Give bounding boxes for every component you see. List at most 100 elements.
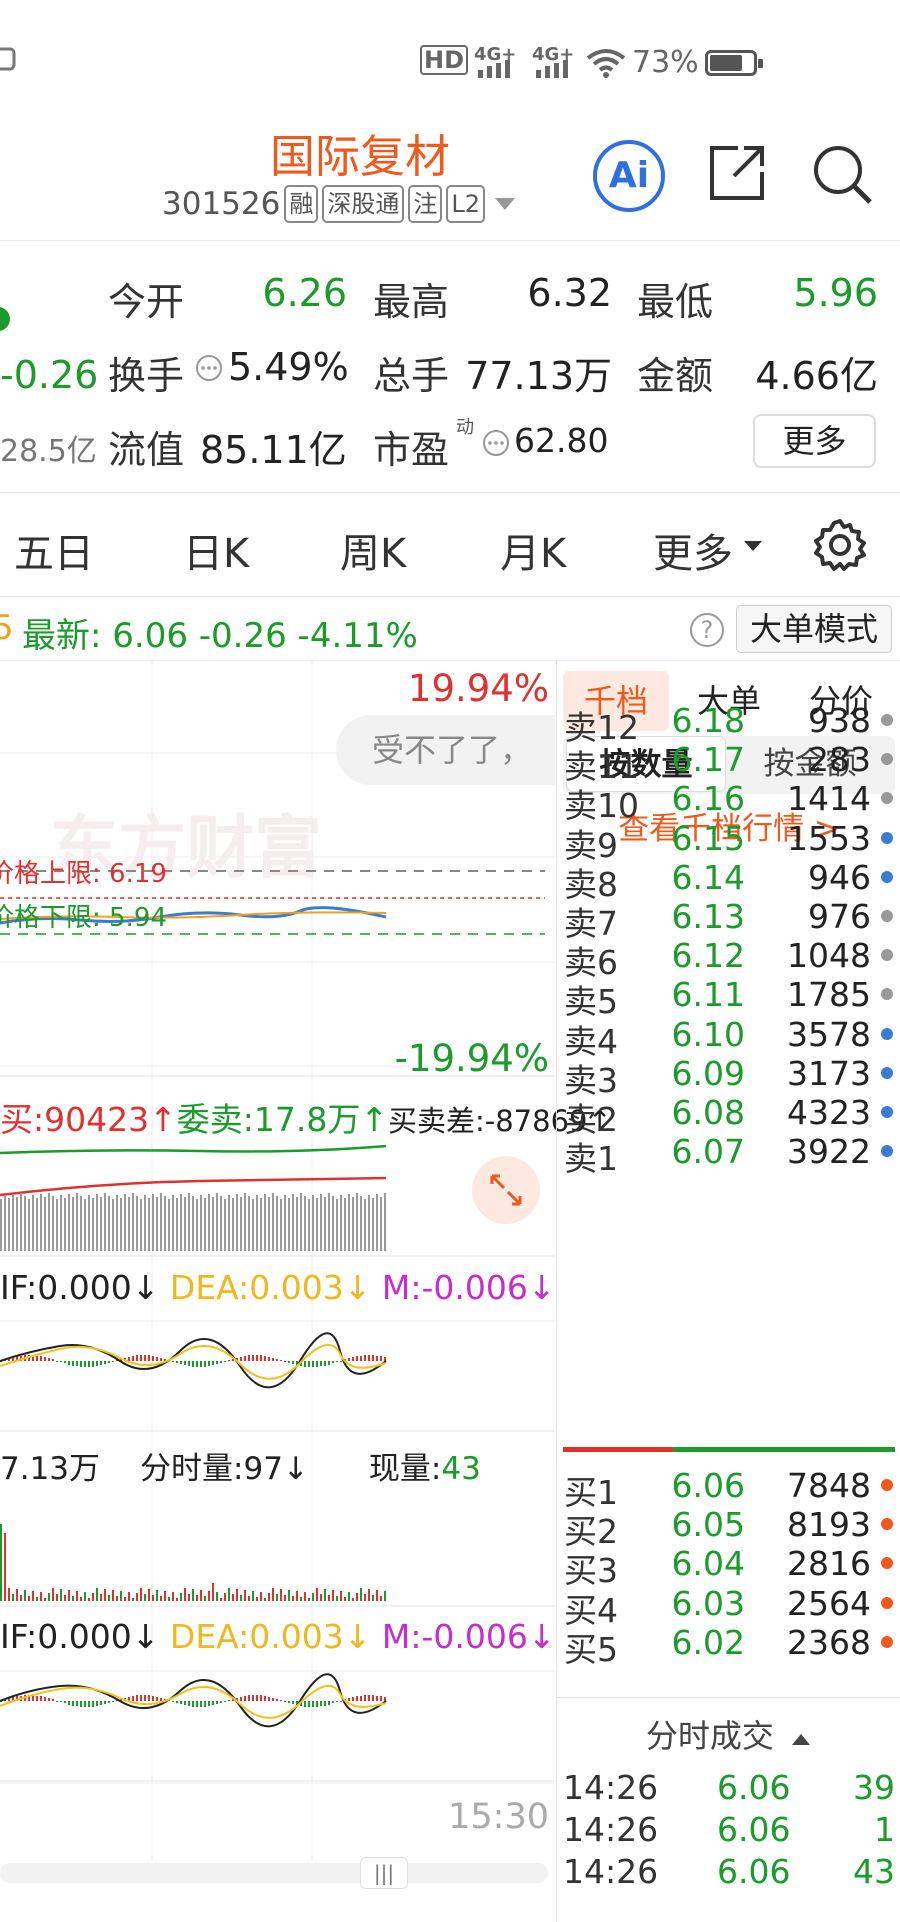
trade-time: 14:26 [563,1852,659,1891]
macd-dea-2: DEA:0.003↓ [169,1617,372,1656]
volume-bar [256,1597,258,1601]
macd-bar [380,1696,382,1701]
big-order-mode-button[interactable]: 大单模式 [736,605,892,653]
order-bar [120,1198,122,1251]
order-bar [144,1195,146,1251]
tab-weekly-k[interactable]: 周K [340,521,406,579]
macd-bar [192,1701,194,1707]
macd-bar [220,1361,222,1363]
macd-bar [148,1355,150,1361]
macd-bar [176,1701,178,1703]
order-bar [84,1199,86,1251]
volume-bar [40,1592,42,1601]
tab-more[interactable]: 更多 [653,521,733,579]
share-icon[interactable] [706,142,768,204]
macd-legend-2: IF:0.000↓ DEA:0.003↓ M:-0.006↓ [0,1617,556,1656]
bid-row[interactable]: 买5 6.02 2368 [557,1619,900,1669]
expand-button[interactable] [472,1156,540,1224]
volume-bar [144,1594,146,1601]
order-bar [336,1199,338,1251]
order-bar [68,1194,70,1251]
order-bar [320,1194,322,1251]
macd-m-2: M:-0.006↓ [381,1617,556,1656]
tag-connect: 深股通 [322,185,405,223]
bid-price: 6.02 [671,1622,745,1662]
market-cap: 28.5亿 [0,434,97,469]
stock-name: 国际复材 [269,130,450,183]
tab-monthly-k[interactable]: 月K [500,521,566,579]
macd-bar [216,1361,218,1364]
volume-bar [168,1597,170,1601]
bid-ask-ratio-red [563,1447,673,1452]
bid-price: 6.03 [671,1583,745,1623]
macd-bar [68,1361,70,1365]
macd-bar [292,1701,294,1704]
order-bar [96,1194,98,1251]
expand-icon [490,1174,522,1206]
macd-bar [312,1701,314,1707]
volume-bar [260,1592,262,1601]
ask-volume: 3922 [787,1132,871,1172]
macd-bar [360,1696,362,1701]
divider [557,1697,900,1698]
comment-bubble[interactable]: 受不了了， [336,715,555,785]
float-value: 85.11亿 [200,428,347,472]
status-bar: HD 4G+ 4G+ 73% [0,0,900,120]
more-button[interactable]: 更多 [753,414,876,468]
volume-bar [164,1591,166,1601]
tag-margin: 融 [284,185,319,223]
volume-bar [60,1589,62,1601]
macd-bar [280,1360,282,1361]
hd-icon: HD [420,45,469,75]
volume-bar [84,1592,86,1601]
order-buy: 买:90423↑ [0,1100,177,1139]
help-icon[interactable]: ? [690,613,724,647]
order-bar [304,1196,306,1251]
macd-bar [332,1361,334,1363]
order-bar [252,1199,254,1251]
macd-bar [384,1697,386,1701]
volume-bar [368,1589,370,1601]
volume-bar [232,1594,234,1601]
order-bars [0,1193,386,1251]
intraday-chart[interactable]: 东方财富 19.94% 受不了了， 价格上限: 6.19 价格下限: 5.94 … [0,661,612,1922]
stock-code-line[interactable]: 301526 融 深股通 注 L2 [162,185,515,223]
macd-bar [76,1701,78,1706]
macd-bar [156,1697,158,1701]
order-bar [244,1193,246,1251]
order-bar [240,1197,242,1251]
info-icon[interactable] [194,353,224,383]
gear-icon[interactable] [812,517,868,573]
tab-daily-k[interactable]: 日K [183,521,249,579]
order-bar [256,1195,258,1251]
macd-bar [76,1361,78,1366]
ask-row[interactable]: 卖1 6.07 3922 [557,1128,900,1178]
order-bar [60,1195,62,1251]
order-bar [264,1194,266,1251]
search-icon[interactable] [810,142,874,206]
bid-label: 买5 [564,1629,618,1669]
open-label: 今开 [108,280,185,324]
macd-bar [244,1696,246,1701]
order-bar [56,1199,58,1251]
tab-five-day[interactable]: 五日 [14,521,94,579]
notification-icon [0,47,16,71]
ask-price: 6.07 [671,1132,745,1172]
volume-bar [272,1588,274,1601]
turnover-value: 5.49% [228,345,349,389]
macd-bar [64,1361,66,1363]
ai-button[interactable]: Ai [593,140,665,212]
ask-volume: 3173 [787,1053,871,1093]
info-icon[interactable] [481,428,511,458]
macd-bar [212,1701,214,1705]
order-bar [40,1194,42,1251]
macd-bar [276,1359,278,1361]
trades-title[interactable]: 分时成交 [557,1711,900,1757]
bid-price: 6.05 [671,1505,745,1545]
volume-bar [244,1590,246,1601]
volume-bar [380,1596,382,1601]
scroll-handle[interactable]: ||| [360,1857,408,1889]
macd-bar [376,1696,378,1701]
macd-bar [88,1701,90,1707]
amount-label: 金额 [637,354,714,398]
